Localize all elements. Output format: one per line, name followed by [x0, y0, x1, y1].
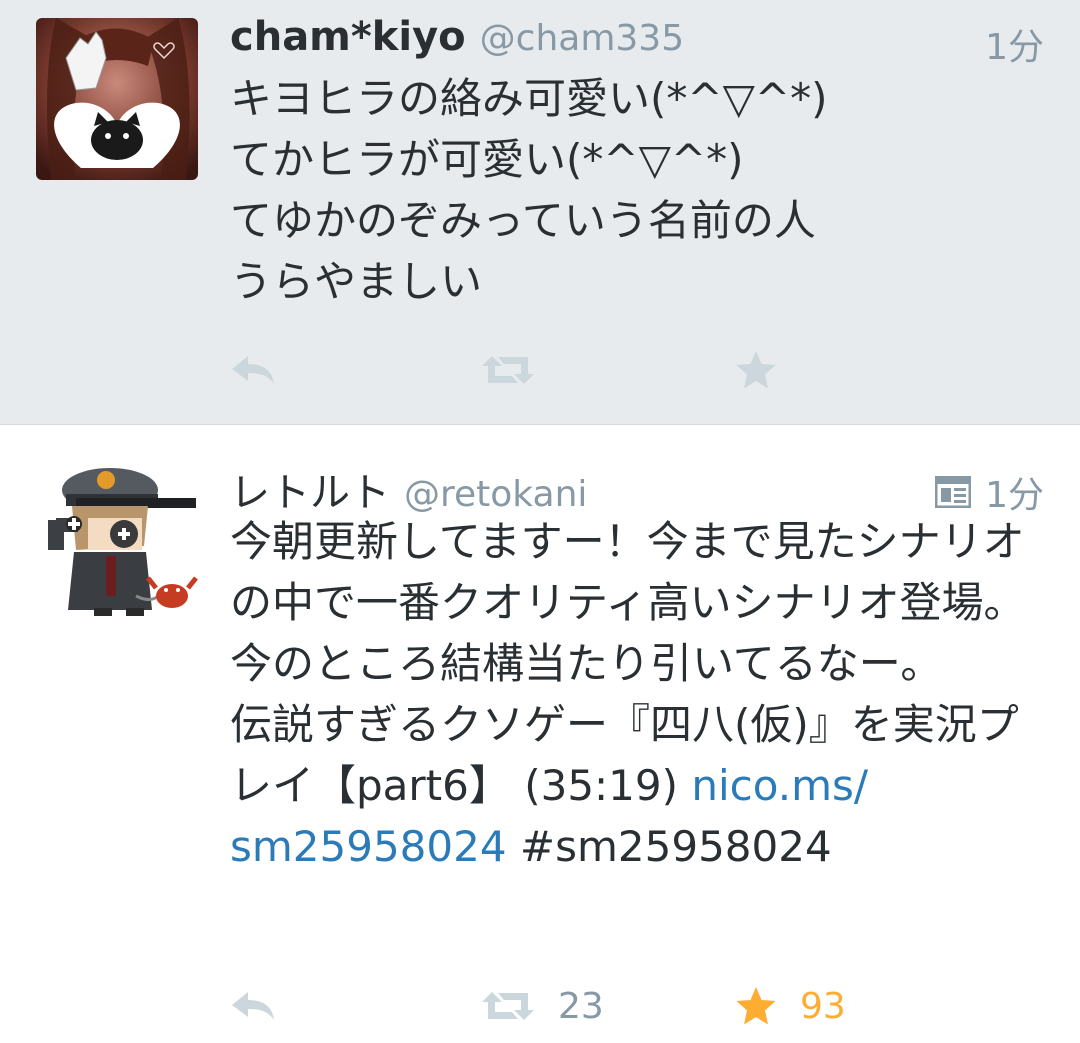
reply-icon [232, 356, 274, 384]
tweet-item[interactable]: レトルト @retokani 1分 今朝更新してますー！今まで見たシナリオの中で… [0, 426, 1080, 1043]
display-name[interactable]: cham*kiyo [230, 14, 466, 60]
avatar[interactable] [36, 460, 198, 622]
timestamp-text: 1分 [985, 27, 1044, 68]
tweet-item[interactable]: cham*kiyo @cham335 1分 キヨヒラの絡み可愛い(*^▽^*) … [0, 0, 1080, 425]
star-icon [736, 987, 776, 1025]
retweet-button[interactable] [480, 345, 558, 395]
pixel-character-avatar-icon [36, 460, 198, 622]
tweet-header: cham*kiyo @cham335 [230, 14, 684, 64]
retweet-button[interactable]: 23 [480, 981, 604, 1031]
tweet-body: 今朝更新してますー！今まで見たシナリオの中で一番クオリティ高いシナリオ登場。今の… [230, 517, 1026, 810]
tweet-actions: 23 93 [230, 981, 1080, 1031]
favorite-count: 93 [800, 985, 846, 1027]
avatar[interactable] [36, 18, 198, 180]
summary-card-icon [935, 476, 972, 508]
hashtag[interactable]: #sm25958024 [507, 822, 832, 871]
user-handle[interactable]: @cham335 [480, 18, 684, 59]
reply-button[interactable] [230, 345, 276, 395]
timestamp: 1分 [985, 18, 1044, 70]
retweet-icon [482, 356, 534, 384]
display-name[interactable]: レトルト [230, 460, 390, 518]
tweet-text: 今朝更新してますー！今まで見たシナリオの中で一番クオリティ高いシナリオ登場。今の… [230, 511, 1050, 877]
favorite-button[interactable] [734, 345, 800, 395]
retweet-count: 23 [558, 985, 604, 1027]
favorite-button[interactable]: 93 [734, 981, 846, 1031]
tweet-text: キヨヒラの絡み可愛い(*^▽^*) てかヒラが可愛い(*^▽^*) てゆかのぞみ… [230, 74, 828, 306]
tweet-actions [230, 345, 1080, 395]
tweet-header: レトルト @retokani [230, 460, 587, 516]
reply-icon [232, 992, 274, 1020]
retweet-icon [482, 992, 534, 1020]
user-handle[interactable]: @retokani [404, 474, 587, 515]
star-icon [736, 351, 776, 389]
cat-heart-avatar-icon [36, 18, 198, 180]
reply-button[interactable] [230, 981, 276, 1031]
